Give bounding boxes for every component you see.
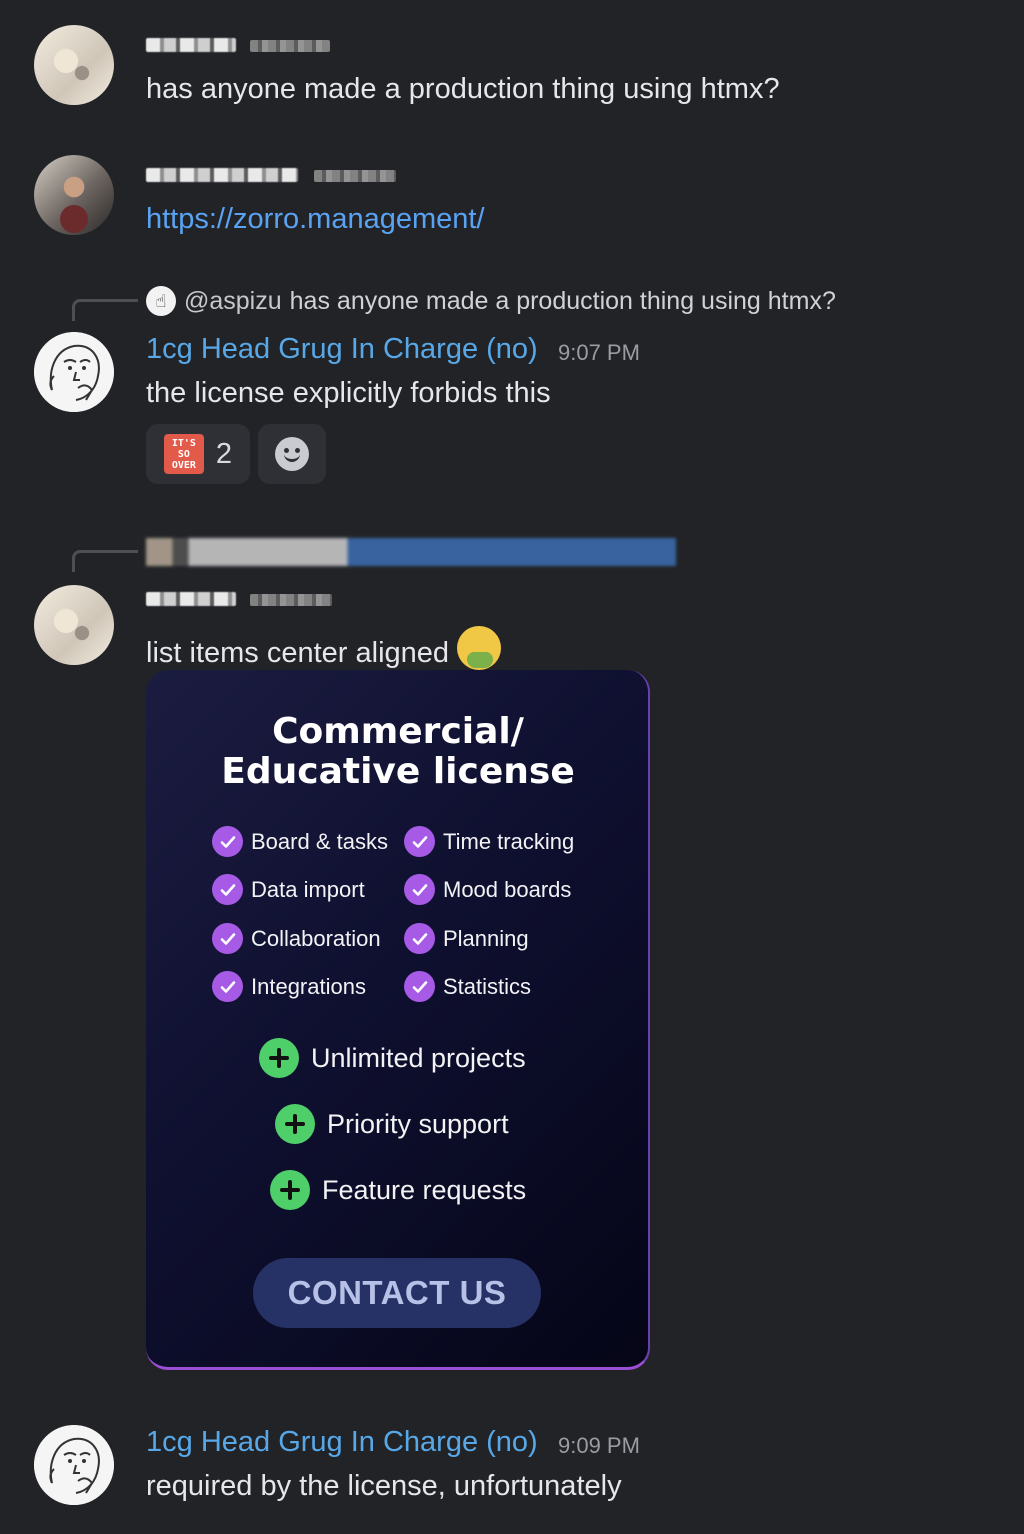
message-link[interactable]: https://zorro.management/ <box>146 203 485 236</box>
plus-icon <box>270 1170 310 1210</box>
grug-avatar-drawing <box>34 332 114 412</box>
check-icon <box>212 874 243 905</box>
message-author[interactable]: 1cg Head Grug In Charge (no) <box>146 1426 538 1459</box>
reaction-its-so-over[interactable]: IT'S SO OVER 2 <box>146 424 250 484</box>
check-icon <box>404 923 435 954</box>
feature-label: Collaboration <box>251 925 381 951</box>
feature-item-left-3: Integrations <box>212 971 366 1002</box>
message-text: list items center aligned <box>146 626 502 670</box>
message-timestamp: 9:09 PM <box>558 1433 640 1458</box>
add-reaction-button[interactable] <box>258 424 326 484</box>
feature-item-left-1: Data import <box>212 874 365 905</box>
reaction-count: 2 <box>215 437 233 470</box>
card-title-line-2: Educative license <box>221 751 575 792</box>
check-icon <box>212 923 243 954</box>
user-avatar[interactable] <box>34 1425 114 1505</box>
message-timestamp: 9:07 PM <box>558 340 640 365</box>
timestamp-redacted <box>314 170 396 182</box>
reply-preview-redacted[interactable] <box>146 538 676 566</box>
feature-item-left-0: Board & tasks <box>212 826 388 857</box>
feature-label: Data import <box>251 876 365 902</box>
message-text: has anyone made a production thing using… <box>146 73 780 105</box>
contact-us-button[interactable]: CONTACT US <box>253 1258 541 1328</box>
feature-label: Integrations <box>251 973 366 999</box>
extra-label: Unlimited projects <box>311 1042 526 1073</box>
add-reaction-icon <box>275 437 309 471</box>
nauseated-face-emoji-icon <box>457 626 502 670</box>
card-title-line-1: Commercial/ <box>272 711 524 752</box>
message-text: the license explicitly forbids this <box>146 377 551 409</box>
extra-item-0: Unlimited projects <box>259 1038 526 1078</box>
message-text-content: list items center aligned <box>146 637 450 669</box>
username-redacted <box>146 168 298 182</box>
license-card-image[interactable]: Commercial/ Educative license CONTACT US… <box>146 670 650 1370</box>
timestamp-redacted <box>250 40 330 52</box>
plus-icon <box>259 1038 299 1078</box>
its-so-over-emoji-icon: IT'S SO OVER <box>163 434 204 474</box>
user-avatar[interactable] <box>34 155 114 235</box>
username-redacted <box>146 592 236 606</box>
check-icon <box>212 971 243 1002</box>
extra-item-1: Priority support <box>275 1104 509 1144</box>
user-avatar[interactable] <box>34 585 114 665</box>
reply-preview[interactable]: ☝ @aspizu has anyone made a production t… <box>146 286 836 316</box>
reply-text: has anyone made a production thing using… <box>289 286 836 315</box>
feature-label: Mood boards <box>443 876 572 902</box>
reply-mention[interactable]: @aspizu <box>184 287 282 316</box>
user-avatar[interactable] <box>34 332 114 412</box>
pointing-hand-icon: ☝ <box>146 286 176 316</box>
feature-item-left-2: Collaboration <box>212 923 381 954</box>
feature-item-right-1: Mood boards <box>404 874 571 905</box>
feature-item-right-2: Planning <box>404 923 529 954</box>
check-icon <box>404 826 435 857</box>
reply-connector <box>72 299 138 321</box>
plus-icon <box>275 1104 315 1144</box>
feature-label: Statistics <box>443 973 532 999</box>
check-icon <box>404 874 435 905</box>
extra-label: Priority support <box>327 1108 509 1139</box>
check-icon <box>404 971 435 1002</box>
reply-connector <box>72 550 138 572</box>
feature-label: Planning <box>443 925 529 951</box>
extra-label: Feature requests <box>322 1174 527 1205</box>
check-icon <box>212 826 243 857</box>
user-avatar[interactable] <box>34 25 114 105</box>
feature-label: Time tracking <box>443 828 575 854</box>
grug-avatar-drawing <box>34 1425 114 1505</box>
message-text: required by the license, unfortunately <box>146 1470 622 1502</box>
timestamp-redacted <box>250 594 332 606</box>
feature-label: Board & tasks <box>251 828 388 854</box>
username-redacted <box>146 38 236 52</box>
feature-item-right-0: Time tracking <box>404 826 574 857</box>
feature-item-right-3: Statistics <box>404 971 531 1002</box>
extra-item-2: Feature requests <box>270 1170 526 1210</box>
message-author[interactable]: 1cg Head Grug In Charge (no) <box>146 333 538 366</box>
